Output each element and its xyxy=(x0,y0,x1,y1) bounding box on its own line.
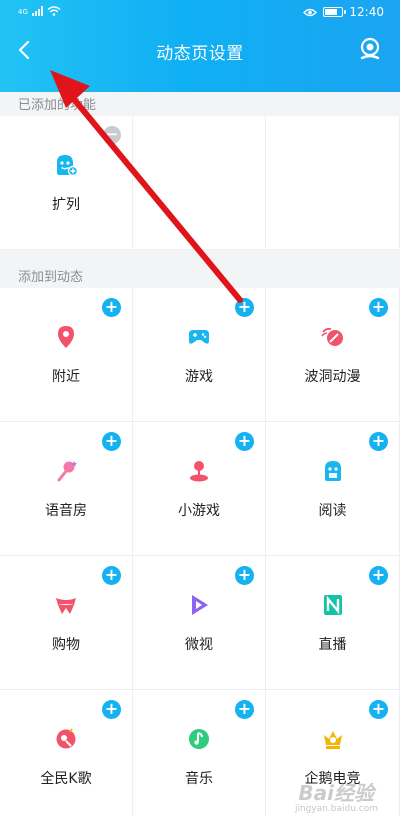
add-item-music-note[interactable]: + 音乐 xyxy=(133,690,266,816)
add-item-bodong[interactable]: + 波洞动漫 xyxy=(266,288,400,422)
page-title: 动态页设置 xyxy=(156,44,244,64)
remove-icon[interactable]: − xyxy=(103,126,121,144)
joystick-icon xyxy=(190,461,208,482)
add-item-label: 微视 xyxy=(185,637,213,653)
clock: 12:40 xyxy=(349,5,384,19)
battery-icon xyxy=(323,7,347,17)
add-item-label: 附近 xyxy=(52,369,80,385)
shopping-bow-icon xyxy=(56,598,76,614)
weishi-icon xyxy=(192,595,208,615)
add-icon[interactable]: + xyxy=(369,566,388,585)
add-item-location-pin[interactable]: + 附近 xyxy=(0,288,133,422)
add-item-microphone[interactable]: + 语音房 xyxy=(0,422,133,556)
esports-crown-icon xyxy=(323,731,342,749)
add-item-reading[interactable]: + 阅读 xyxy=(266,422,400,556)
wifi-icon xyxy=(47,6,61,16)
add-item-label: 波洞动漫 xyxy=(304,369,361,385)
add-icon[interactable]: + xyxy=(235,700,254,719)
add-item-label: 音乐 xyxy=(185,771,213,787)
add-item-label: 全民K歌 xyxy=(40,771,92,787)
empty-slot xyxy=(133,116,266,250)
app-header: 4G 12:40 动态页设置 xyxy=(0,0,400,92)
bodong-icon xyxy=(320,327,343,346)
add-icon[interactable]: + xyxy=(102,700,121,719)
section-label-add: 添加到动态 xyxy=(18,270,84,285)
add-item-label: 小游戏 xyxy=(178,503,220,519)
added-grid: − 扩列 xyxy=(0,116,400,250)
live-n-icon xyxy=(323,595,342,615)
add-item-label: 直播 xyxy=(318,637,347,653)
signal-icon xyxy=(31,6,43,16)
add-icon[interactable]: + xyxy=(369,432,388,451)
eye-icon xyxy=(303,8,318,16)
add-item-karaoke[interactable]: + 全民K歌 xyxy=(0,690,133,816)
add-icon[interactable]: + xyxy=(102,566,121,585)
add-grid: + 附近 + 游戏 + 波洞动漫 + 语音房 + 小游戏 + 阅读 + 购物 + 微视 + 直播 + 全民K歌 + 音乐 +… xyxy=(0,288,400,816)
network-type: 4G xyxy=(18,8,28,16)
watermark-logo: Bai经验 xyxy=(298,781,374,805)
status-right: 12:40 xyxy=(303,5,384,19)
location-pin-icon xyxy=(58,326,74,348)
add-icon[interactable]: + xyxy=(369,700,388,719)
profile-button[interactable] xyxy=(358,37,382,61)
add-icon[interactable]: + xyxy=(369,298,388,317)
add-item-label: 阅读 xyxy=(318,503,347,519)
add-item-label: 游戏 xyxy=(185,369,213,385)
added-item-kuolie[interactable]: − 扩列 xyxy=(0,116,133,250)
add-icon[interactable]: + xyxy=(235,566,254,585)
kuolie-icon xyxy=(57,155,79,177)
add-item-label: 语音房 xyxy=(45,503,87,519)
empty-slot xyxy=(266,116,400,250)
add-icon[interactable]: + xyxy=(235,432,254,451)
reading-icon xyxy=(324,461,341,481)
add-icon[interactable]: + xyxy=(102,298,121,317)
karaoke-icon xyxy=(56,728,76,749)
add-item-label: 购物 xyxy=(52,637,80,653)
add-item-gamepad[interactable]: + 游戏 xyxy=(133,288,266,422)
qq-avatar-icon xyxy=(360,37,380,60)
add-item-live-n[interactable]: + 直播 xyxy=(266,556,400,690)
watermark-url: jingyan.baidu.com xyxy=(294,804,378,814)
signal-indicators: 4G xyxy=(18,6,61,16)
added-item-label: 扩列 xyxy=(52,197,80,213)
add-icon[interactable]: + xyxy=(235,298,254,317)
section-label-added: 已添加的功能 xyxy=(18,98,97,113)
add-item-weishi[interactable]: + 微视 xyxy=(133,556,266,690)
microphone-icon xyxy=(57,461,77,482)
add-icon[interactable]: + xyxy=(102,432,121,451)
add-item-joystick[interactable]: + 小游戏 xyxy=(133,422,266,556)
music-note-icon xyxy=(189,729,209,749)
gamepad-icon xyxy=(189,330,209,344)
add-item-shopping-bow[interactable]: + 购物 xyxy=(0,556,133,690)
status-bar: 4G 12:40 xyxy=(0,0,400,28)
